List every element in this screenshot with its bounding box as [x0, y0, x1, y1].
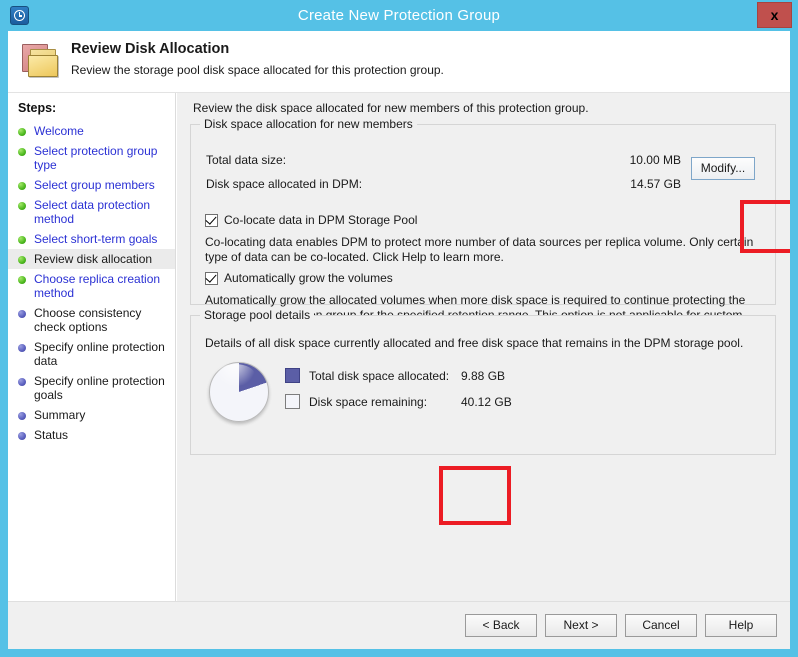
step-bullet-icon	[18, 236, 26, 244]
autogrow-label: Automatically grow the volumes	[224, 271, 393, 285]
page-title: Review Disk Allocation	[71, 41, 230, 57]
sidebar-item-summary[interactable]: Summary	[8, 405, 175, 425]
sidebar-item-label: Welcome	[34, 124, 84, 138]
sidebar-item-group-members[interactable]: Select group members	[8, 175, 175, 195]
modify-button[interactable]: Modify...	[691, 157, 755, 180]
sidebar-item-label: Select group members	[34, 178, 155, 192]
sidebar-item-label: Choose consistency check options	[34, 306, 142, 334]
page-subtitle: Review the storage pool disk space alloc…	[71, 63, 444, 77]
steps-list: Welcome Select protection group type Sel…	[8, 121, 175, 445]
sidebar-item-short-term-goals[interactable]: Select short-term goals	[8, 229, 175, 249]
window-title: Create New Protection Group	[297, 7, 501, 24]
step-bullet-icon	[18, 202, 26, 210]
storage-pool-details-group: Storage pool details Details of all disk…	[190, 308, 776, 525]
help-button[interactable]: Help	[705, 614, 777, 637]
sidebar-item-review-disk-allocation[interactable]: Review disk allocation	[8, 249, 175, 269]
sidebar-item-label: Specify online protection data	[34, 340, 165, 368]
sidebar-item-online-protection-goals[interactable]: Specify online protection goals	[8, 371, 175, 405]
colocate-checkbox-row[interactable]: Co-locate data in DPM Storage Pool	[205, 212, 418, 227]
storage-pool-description: Details of all disk space currently allo…	[205, 336, 744, 350]
sidebar-item-label: Select short-term goals	[34, 232, 158, 246]
pie-slices	[209, 362, 269, 422]
client-area: Review Disk Allocation Review the storag…	[8, 31, 790, 649]
intro-text: Review the disk space allocated for new …	[193, 101, 589, 115]
sidebar-item-status[interactable]: Status	[8, 425, 175, 445]
disk-space-allocation-group: Disk space allocation for new members To…	[190, 117, 776, 337]
sidebar-item-data-protection-method[interactable]: Select data protection method	[8, 195, 175, 229]
colocate-checkbox[interactable]	[205, 212, 218, 227]
colocate-description: Co-locating data enables DPM to protect …	[205, 235, 754, 264]
disk-space-allocated-label: Disk space allocated in DPM:	[206, 177, 363, 191]
page-header: Review Disk Allocation Review the storag…	[8, 31, 790, 93]
next-button[interactable]: Next >	[545, 614, 617, 637]
close-icon[interactable]: x	[757, 2, 792, 28]
remaining-legend-value: 40.12 GB	[461, 394, 512, 409]
remaining-swatch-icon	[285, 394, 300, 409]
title-bar: Create New Protection Group x	[0, 0, 798, 31]
step-bullet-icon	[18, 344, 26, 352]
disk-space-allocated-value: 14.57 GB	[630, 177, 681, 191]
sidebar-item-label: Select protection group type	[34, 144, 158, 172]
content-pane: Review the disk space allocated for new …	[177, 93, 790, 649]
colocate-label: Co-locate data in DPM Storage Pool	[224, 213, 418, 227]
remaining-legend-label: Disk space remaining:	[309, 394, 428, 409]
autogrow-checkbox[interactable]	[205, 270, 218, 285]
sidebar-item-online-protection-data[interactable]: Specify online protection data	[8, 337, 175, 371]
sidebar-item-label: Select data protection method	[34, 198, 151, 226]
allocated-legend-label: Total disk space allocated:	[309, 368, 450, 383]
storage-pie-chart	[207, 360, 273, 426]
step-bullet-icon	[18, 128, 26, 136]
sidebar-item-label: Choose replica creation method	[34, 272, 161, 300]
allocated-legend-value: 9.88 GB	[461, 368, 506, 383]
step-bullet-icon	[18, 412, 26, 420]
autogrow-checkbox-row[interactable]: Automatically grow the volumes	[205, 270, 393, 285]
sidebar-item-consistency-check-options[interactable]: Choose consistency check options	[8, 303, 175, 337]
step-bullet-icon	[18, 182, 26, 190]
group-legend: Storage pool details	[200, 308, 315, 322]
step-bullet-icon	[18, 432, 26, 440]
allocated-swatch-icon	[285, 368, 300, 383]
legend-row-remaining: Disk space remaining: 40.12 GB	[285, 394, 512, 409]
sidebar-item-label: Summary	[34, 408, 86, 422]
step-bullet-icon	[18, 310, 26, 318]
folders-icon	[20, 42, 64, 82]
step-bullet-icon	[18, 276, 26, 284]
sidebar-item-welcome[interactable]: Welcome	[8, 121, 175, 141]
back-button[interactable]: < Back	[465, 614, 537, 637]
steps-heading: Steps:	[18, 101, 57, 115]
steps-sidebar: Steps: Welcome Select protection group t…	[8, 93, 176, 649]
step-bullet-icon	[18, 148, 26, 156]
group-legend: Disk space allocation for new members	[200, 117, 417, 131]
sidebar-item-label: Status	[34, 428, 69, 442]
legend-row-allocated: Total disk space allocated: 9.88 GB	[285, 368, 505, 383]
step-bullet-icon	[18, 256, 26, 264]
step-bullet-icon	[18, 378, 26, 386]
cancel-button[interactable]: Cancel	[625, 614, 697, 637]
total-data-size-value: 10.00 MB	[629, 153, 681, 167]
sidebar-item-replica-creation-method[interactable]: Choose replica creation method	[8, 269, 175, 303]
sidebar-item-protection-group-type[interactable]: Select protection group type	[8, 141, 175, 175]
sidebar-item-label: Review disk allocation	[34, 252, 153, 266]
storage-values-annotation	[439, 466, 511, 525]
button-footer: < Back Next > Cancel Help	[8, 601, 790, 649]
total-data-size-label: Total data size:	[206, 153, 287, 167]
sidebar-item-label: Specify online protection goals	[34, 374, 165, 402]
create-protection-group-window: Create New Protection Group x Review Dis…	[0, 0, 798, 657]
